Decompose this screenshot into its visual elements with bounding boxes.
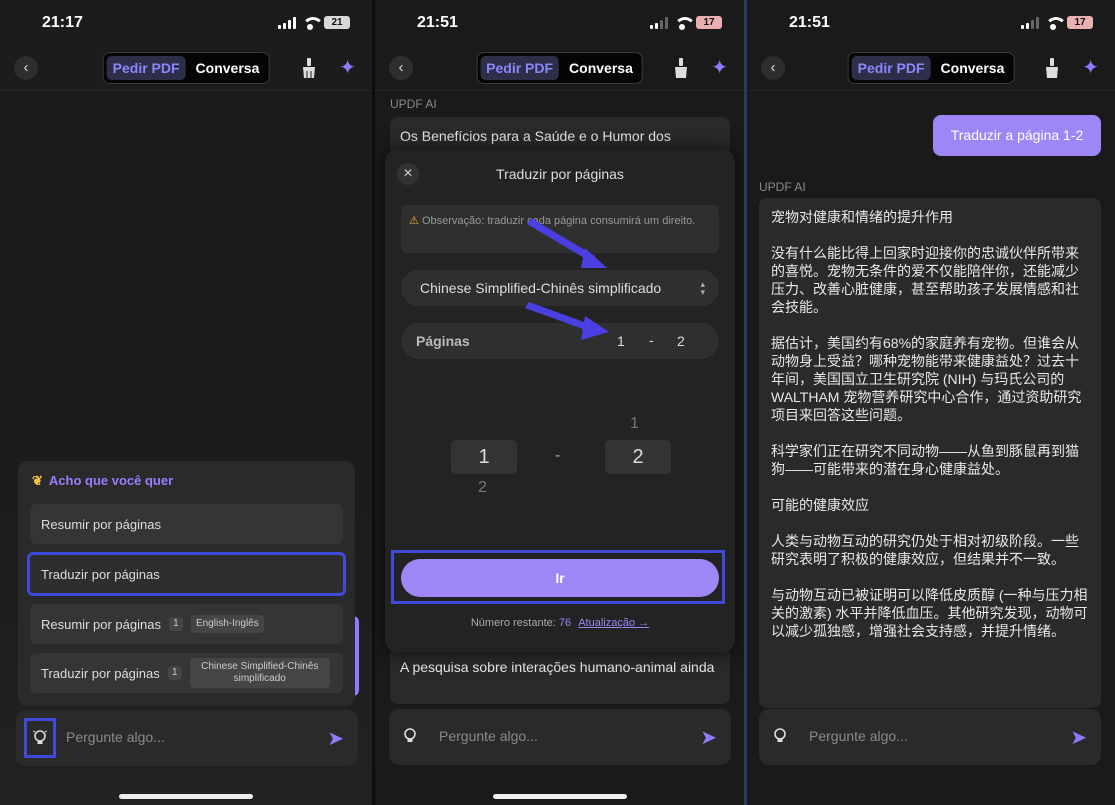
phone-screen-1: 21:17 21 ‹ Pedir PDF Conversa ✦ ❦ Acho qu… bbox=[0, 0, 372, 805]
picker-to-prev: 1 bbox=[630, 415, 639, 432]
status-time: 21:51 bbox=[417, 14, 458, 31]
translation-paragraph: 科学家们正在研究不同动物——从鱼到豚鼠再到猫狗——可能带来的潜在身心健康益处。 bbox=[771, 443, 1079, 477]
status-bar: 21:17 21 bbox=[0, 14, 372, 36]
clear-chat-icon[interactable] bbox=[1045, 58, 1059, 78]
clear-chat-icon[interactable] bbox=[302, 58, 316, 78]
annotation-arrow bbox=[525, 218, 609, 340]
bulb-icon[interactable] bbox=[24, 718, 56, 758]
header: ‹ Pedir PDF Conversa ✦ bbox=[747, 52, 1115, 86]
page-to: 2 bbox=[677, 333, 685, 349]
translation-paragraph: 与动物互动已被证明可以降低皮质醇 (一种与压力相关的激素) 水平并降低血压。其他… bbox=[771, 587, 1088, 639]
battery-icon: 17 bbox=[1067, 16, 1093, 29]
translation-paragraph: 可能的健康效应 bbox=[771, 497, 869, 513]
suggestions-panel: ❦ Acho que você quer Resumir por páginas … bbox=[18, 461, 355, 706]
page-count-badge: 1 bbox=[167, 666, 182, 680]
language-badge: English-Inglês bbox=[190, 615, 264, 633]
language-badge: Chinese Simplified-Chinês simplificado bbox=[189, 658, 330, 688]
upgrade-link[interactable]: Atualização → bbox=[578, 617, 649, 629]
mode-switch: Pedir PDF Conversa bbox=[102, 52, 270, 84]
mode-switch: Pedir PDF Conversa bbox=[847, 52, 1015, 84]
chat-input-bar: Pergunte algo... ➤ bbox=[16, 710, 358, 766]
back-button[interactable]: ‹ bbox=[389, 56, 413, 80]
tab-ask-pdf[interactable]: Pedir PDF bbox=[480, 56, 560, 80]
tab-chat[interactable]: Conversa bbox=[563, 56, 639, 80]
tab-ask-pdf[interactable]: Pedir PDF bbox=[851, 56, 931, 80]
picker-from[interactable]: 1 bbox=[451, 440, 517, 474]
pages-label: Páginas bbox=[416, 333, 470, 349]
header-divider bbox=[747, 90, 1115, 91]
send-icon[interactable]: ➤ bbox=[700, 725, 717, 750]
user-message-bubble: Traduzir a página 1-2 bbox=[933, 115, 1101, 156]
signal-icon bbox=[650, 16, 668, 29]
wifi-icon bbox=[674, 16, 696, 30]
page-dash: - bbox=[649, 332, 654, 348]
ai-sparkle-icon[interactable]: ✦ bbox=[1082, 55, 1099, 80]
picker-dash: - bbox=[555, 447, 561, 464]
butterfly-icon: ❦ bbox=[32, 473, 43, 488]
translation-paragraph: 人类与动物互动的研究仍处于相对初级阶段。一些研究表明了积极的健康效应，但结果并不… bbox=[771, 533, 1079, 567]
home-indicator bbox=[119, 794, 253, 799]
chat-input[interactable]: Pergunte algo... bbox=[809, 728, 908, 744]
translation-paragraph: 没有什么能比得上回家时迎接你的忠诚伙伴所带来的喜悦。宠物无条件的爱不仅能陪伴你，… bbox=[771, 245, 1079, 315]
phone-screen-2: 21:51 17 ‹ Pedir PDF Conversa ✦ UPDF AI … bbox=[375, 0, 744, 805]
tab-ask-pdf[interactable]: Pedir PDF bbox=[106, 56, 186, 80]
header: ‹ Pedir PDF Conversa ✦ bbox=[375, 52, 744, 86]
header: ‹ Pedir PDF Conversa ✦ bbox=[0, 52, 372, 86]
translation-paragraph: 宠物对健康和情绪的提升作用 bbox=[771, 209, 953, 225]
tab-chat[interactable]: Conversa bbox=[935, 56, 1011, 80]
status-time: 21:51 bbox=[789, 14, 830, 31]
picker-to[interactable]: 2 bbox=[605, 440, 671, 474]
suggestion-summarize-english[interactable]: Resumir por páginas 1 English-Inglês bbox=[30, 604, 343, 644]
bulb-icon[interactable] bbox=[773, 727, 787, 750]
phone-screen-3: 21:51 17 ‹ Pedir PDF Conversa ✦ Traduzir… bbox=[747, 0, 1115, 805]
header-divider bbox=[0, 90, 372, 91]
ai-sparkle-icon[interactable]: ✦ bbox=[339, 55, 356, 80]
signal-icon bbox=[278, 16, 296, 29]
chat-input[interactable]: Pergunte algo... bbox=[439, 728, 538, 744]
remaining-count: 76 bbox=[558, 617, 572, 629]
send-icon[interactable]: ➤ bbox=[1070, 725, 1087, 750]
warning-icon: ⚠ bbox=[409, 215, 419, 227]
go-button[interactable]: Ir bbox=[401, 559, 719, 597]
back-button[interactable]: ‹ bbox=[761, 56, 785, 80]
clear-chat-icon[interactable] bbox=[674, 58, 688, 78]
signal-icon bbox=[1021, 16, 1039, 29]
suggestion-translate-pages[interactable]: Traduzir por páginas bbox=[27, 552, 346, 596]
battery-icon: 17 bbox=[696, 16, 722, 29]
wifi-icon bbox=[1045, 16, 1067, 30]
bulb-icon[interactable] bbox=[403, 727, 417, 750]
home-indicator bbox=[492, 794, 627, 799]
status-bar: 21:51 17 bbox=[747, 14, 1115, 36]
battery-icon: 21 bbox=[324, 16, 350, 29]
suggestions-title: ❦ Acho que você quer bbox=[32, 473, 174, 488]
remaining-info: Número restante: 76 Atualização → bbox=[470, 617, 650, 629]
suggestion-translate-chinese[interactable]: Traduzir por páginas 1 Chinese Simplifie… bbox=[30, 653, 343, 693]
chat-input[interactable]: Pergunte algo... bbox=[66, 729, 165, 745]
status-time: 21:17 bbox=[42, 14, 83, 31]
ai-sparkle-icon[interactable]: ✦ bbox=[711, 55, 728, 80]
suggestion-summarize-pages[interactable]: Resumir por páginas bbox=[30, 504, 343, 544]
chat-input-bar: Pergunte algo... ➤ bbox=[389, 709, 731, 765]
page-count-badge: 1 bbox=[168, 617, 183, 631]
back-button[interactable]: ‹ bbox=[14, 56, 38, 80]
tab-chat[interactable]: Conversa bbox=[190, 56, 266, 80]
picker-from-next: 2 bbox=[478, 479, 487, 496]
ai-translation-bubble: 宠物对健康和情绪的提升作用 没有什么能比得上回家时迎接你的忠诚伙伴所带来的喜悦。… bbox=[759, 198, 1101, 708]
translation-paragraph: 据估计，美国约有68%的家庭养有宠物。但谁会从动物身上受益？哪种宠物能带来健康益… bbox=[771, 335, 1082, 423]
send-icon[interactable]: ➤ bbox=[327, 726, 344, 751]
chat-input-bar: Pergunte algo... ➤ bbox=[759, 709, 1101, 765]
header-divider bbox=[375, 90, 744, 91]
wifi-icon bbox=[302, 16, 324, 30]
modal-title: Traduzir por páginas bbox=[496, 166, 624, 182]
ai-label: UPDF AI bbox=[759, 180, 806, 194]
ai-message-bubble: A pesquisa sobre interações humano-anima… bbox=[390, 648, 730, 704]
chevron-updown-icon: ▴ ▾ bbox=[700, 279, 705, 297]
ai-label: UPDF AI bbox=[390, 97, 437, 111]
status-bar: 21:51 17 bbox=[375, 14, 744, 36]
mode-switch: Pedir PDF Conversa bbox=[476, 52, 643, 84]
